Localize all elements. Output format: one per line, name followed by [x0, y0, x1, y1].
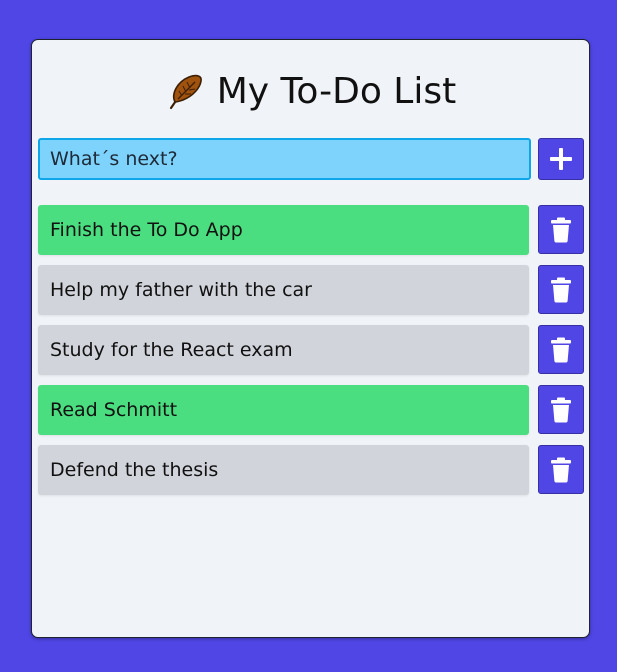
new-todo-input[interactable] — [38, 138, 531, 180]
todo-card: My To-Do List Finish the To Do App Help m… — [31, 39, 590, 638]
todo-item[interactable]: Help my father with the car — [38, 265, 529, 315]
todo-row: Help my father with the car — [38, 265, 584, 315]
trash-icon — [551, 457, 571, 482]
delete-todo-button[interactable] — [538, 445, 584, 494]
todo-item[interactable]: Read Schmitt — [38, 385, 529, 435]
todo-item[interactable]: Defend the thesis — [38, 445, 529, 495]
plus-icon — [550, 148, 572, 170]
todo-item[interactable]: Finish the To Do App — [38, 205, 529, 255]
header: My To-Do List — [32, 70, 589, 114]
todo-row: Read Schmitt — [38, 385, 584, 435]
page-title: My To-Do List — [216, 71, 457, 112]
trash-icon — [551, 217, 571, 242]
todo-item[interactable]: Study for the React exam — [38, 325, 529, 375]
trash-icon — [551, 397, 571, 422]
todo-list: Finish the To Do App Help my father with … — [38, 205, 584, 505]
trash-icon — [551, 337, 571, 362]
todo-row: Study for the React exam — [38, 325, 584, 375]
delete-todo-button[interactable] — [538, 265, 584, 314]
trash-icon — [551, 277, 571, 302]
feather-icon — [169, 74, 202, 110]
todo-row: Finish the To Do App — [38, 205, 584, 255]
delete-todo-button[interactable] — [538, 385, 584, 434]
delete-todo-button[interactable] — [538, 325, 584, 374]
delete-todo-button[interactable] — [538, 205, 584, 254]
input-row — [38, 138, 584, 180]
add-todo-button[interactable] — [538, 138, 584, 180]
todo-row: Defend the thesis — [38, 445, 584, 495]
